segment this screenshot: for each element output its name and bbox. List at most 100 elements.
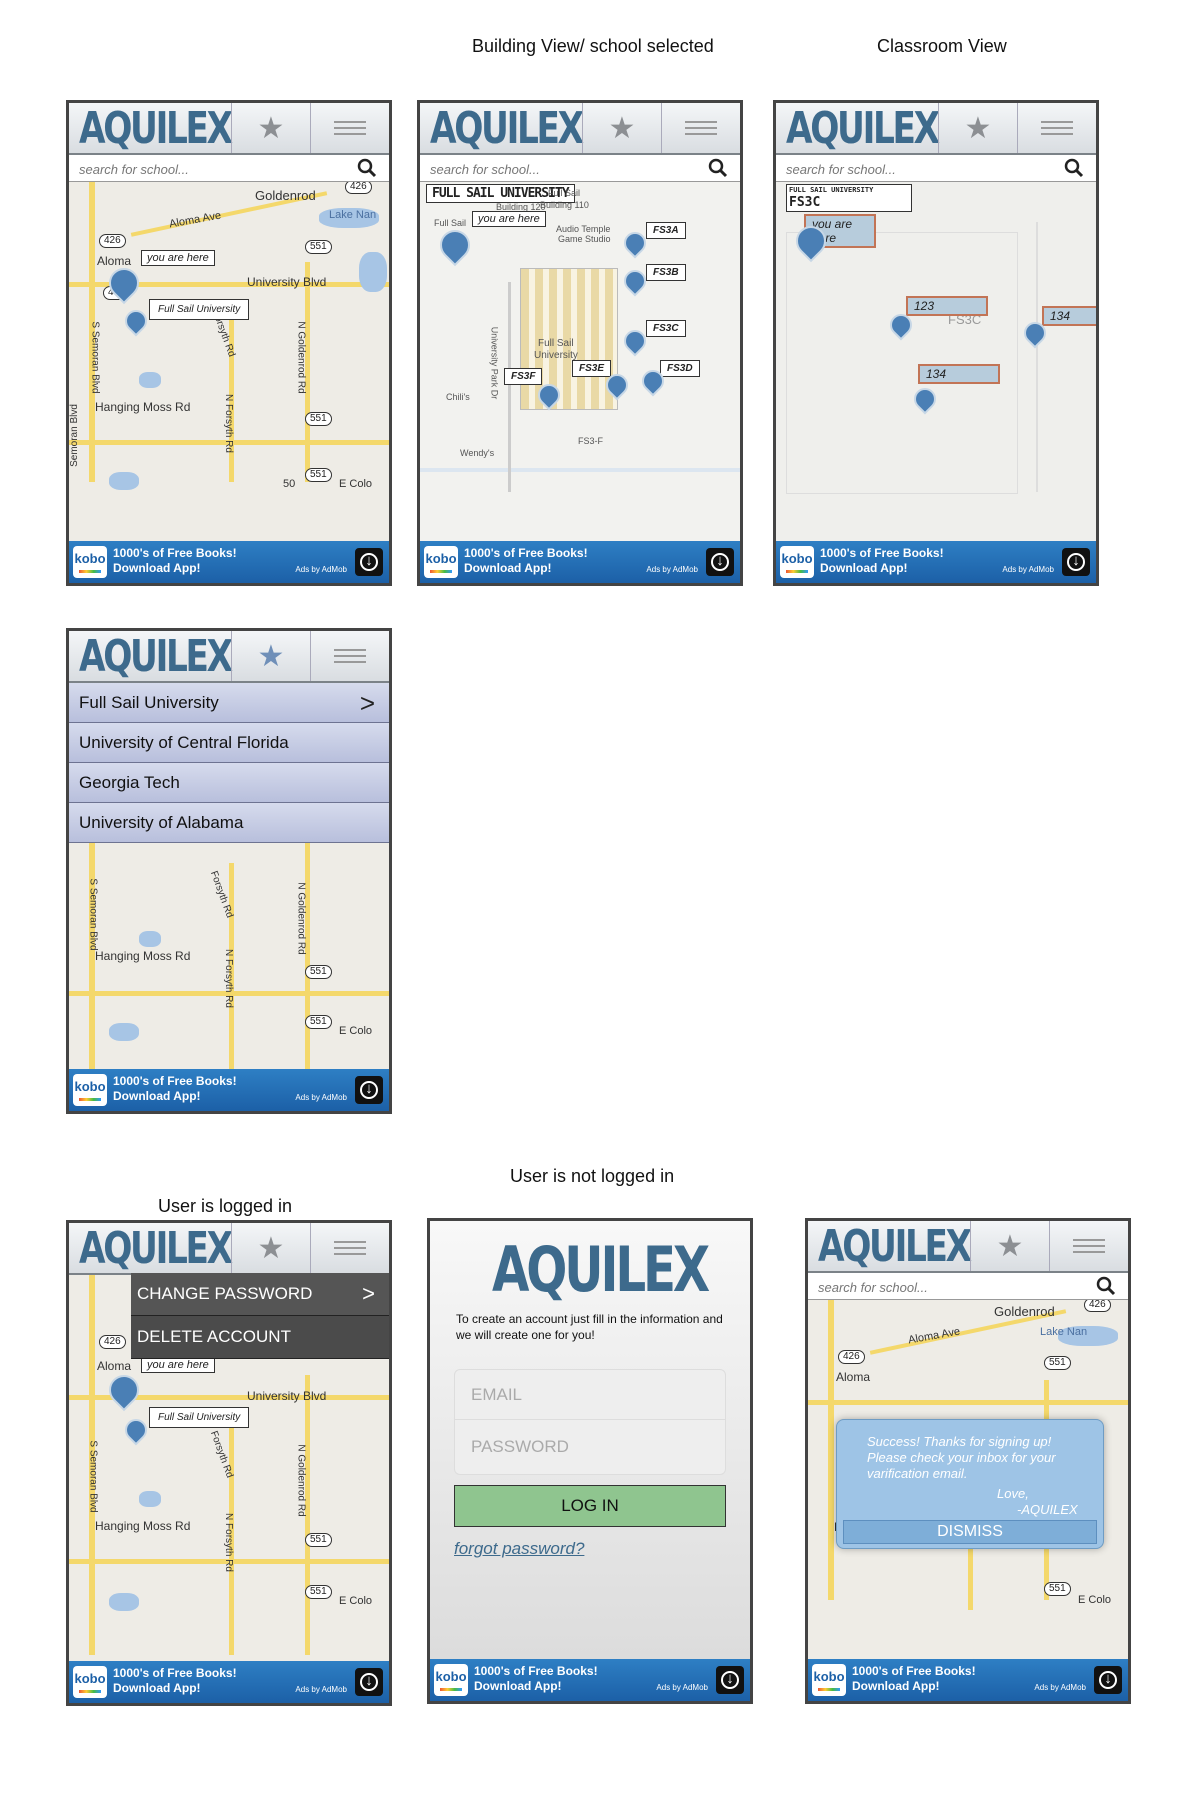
download-icon[interactable]	[355, 1668, 383, 1696]
ad-banner[interactable]: kobo 1000's of Free Books! Download App!…	[430, 1659, 750, 1701]
shield-551-c: 551	[305, 1585, 332, 1599]
tag-fs3c[interactable]: FS3C	[646, 320, 686, 337]
label-17: FS3-F	[578, 436, 604, 446]
download-icon[interactable]	[355, 548, 383, 576]
search-icon[interactable]	[1096, 1276, 1116, 1296]
map-label-goldenrod: Goldenrod	[255, 188, 316, 203]
current-location-pin	[102, 1368, 146, 1412]
ad-line-2: Download App!	[820, 561, 908, 575]
search-input[interactable]	[428, 158, 682, 180]
login-button[interactable]: LOG IN	[454, 1485, 726, 1527]
ad-banner[interactable]: kobo 1000's of Free Books! Download App!…	[69, 1069, 389, 1111]
menu-button[interactable]	[310, 631, 389, 681]
search-input[interactable]	[77, 158, 331, 180]
menu-button[interactable]	[661, 103, 740, 153]
menu-button[interactable]	[1049, 1221, 1128, 1271]
download-icon[interactable]	[706, 548, 734, 576]
favorites-button[interactable]: ★	[582, 103, 662, 153]
room-134-b[interactable]: 134	[918, 364, 1000, 384]
floor-plan[interactable]: FULL SAIL UNIVERSITY FS3C you are here F…	[776, 182, 1096, 541]
favorites-button[interactable]: ★	[970, 1221, 1050, 1271]
search-input[interactable]	[784, 158, 1038, 180]
search-icon[interactable]	[708, 158, 728, 178]
tag-fs3a[interactable]: FS3A	[646, 222, 686, 239]
tag-fs3e[interactable]: FS3E	[572, 360, 612, 377]
ad-line-2: Download App!	[852, 1679, 940, 1693]
school-tag[interactable]: Full Sail University	[149, 1407, 250, 1428]
favorites-button[interactable]: ★	[231, 1223, 311, 1273]
map-label-aloma-ave: Aloma Ave	[907, 1325, 962, 1347]
ad-by: Ads by AdMob	[295, 565, 347, 574]
map-label-lake-nan: Lake Nan	[1040, 1326, 1088, 1338]
search-icon[interactable]	[1064, 158, 1084, 178]
password-field[interactable]	[455, 1422, 725, 1472]
map-label-e-colo: E Colo	[339, 1595, 373, 1607]
download-icon[interactable]	[1062, 548, 1090, 576]
menu-button[interactable]	[310, 1223, 389, 1273]
phone-school-list: AQUILEX ★ Hanging Moss Rd S Semoran Blvd…	[66, 628, 392, 1114]
you-are-here-tag: you are here	[141, 250, 215, 266]
ad-line-1: 1000's of Free Books!	[113, 1666, 237, 1680]
school-pin[interactable]	[120, 305, 152, 337]
app-logo: AQUILEX	[79, 1223, 233, 1274]
map-label-n-goldenrod: N Goldenrod Rd	[295, 321, 307, 394]
phone-building-view: AQUILEX ★ FULL SAIL UNIVERSITY Full Sail…	[417, 100, 743, 586]
delete-account-label: DELETE ACCOUNT	[137, 1327, 291, 1346]
app-logo: AQUILEX	[79, 631, 233, 682]
school-item-full-sail[interactable]: Full Sail University >	[69, 683, 389, 723]
star-icon: ★	[257, 639, 285, 673]
map[interactable]: Goldenrod Aloma Ave Lake Nan Aloma Unive…	[69, 182, 389, 541]
ad-banner[interactable]: kobo 1000's of Free Books! Download App!…	[776, 541, 1096, 583]
school-item-georgia-tech[interactable]: Georgia Tech	[69, 763, 389, 803]
top-bar: AQUILEX ★	[776, 103, 1096, 155]
change-password-item[interactable]: CHANGE PASSWORD >	[131, 1273, 389, 1316]
app-logo: AQUILEX	[79, 103, 233, 154]
school-tag[interactable]: Full Sail University	[149, 299, 250, 320]
hamburger-icon	[1072, 1239, 1105, 1253]
map-label-e-colo: E Colo	[339, 478, 373, 490]
current-location-pin	[433, 223, 477, 267]
school-item-alabama[interactable]: University of Alabama	[69, 803, 389, 843]
dismiss-button[interactable]: DISMISS	[843, 1520, 1097, 1544]
school-item-ucf[interactable]: University of Central Florida	[69, 723, 389, 763]
tag-fs3f[interactable]: FS3F	[504, 368, 543, 385]
search-input[interactable]	[816, 1276, 1070, 1298]
menu-button[interactable]	[310, 103, 389, 153]
ad-banner[interactable]: kobo 1000's of Free Books! Download App!…	[69, 1661, 389, 1703]
favorites-button[interactable]: ★	[231, 631, 311, 681]
room-123[interactable]: 123	[906, 296, 988, 316]
room-134-a[interactable]: 134	[1042, 306, 1096, 326]
ad-banner[interactable]: kobo 1000's of Free Books! Download App!…	[69, 541, 389, 583]
download-icon[interactable]	[355, 1076, 383, 1104]
map-label-n-forsyth: N Forsyth Rd	[222, 949, 234, 1008]
map-label-semoran: S Semoran Blvd	[87, 1440, 99, 1513]
school-pin[interactable]	[120, 1414, 152, 1446]
label-0: Full Sail	[548, 188, 581, 198]
search-bar	[776, 155, 1096, 182]
ad-by: Ads by AdMob	[646, 565, 698, 574]
favorites-button[interactable]: ★	[938, 103, 1018, 153]
ad-line-1: 1000's of Free Books!	[474, 1664, 598, 1678]
favorites-button[interactable]: ★	[231, 103, 311, 153]
star-icon: ★	[996, 1229, 1024, 1263]
kobo-logo: kobo	[73, 546, 107, 578]
menu-button[interactable]	[1017, 103, 1096, 153]
email-field[interactable]	[455, 1370, 725, 1420]
map-label-e-colo: E Colo	[339, 1025, 373, 1037]
school-name: University of Alabama	[79, 813, 244, 832]
search-icon[interactable]	[357, 158, 377, 178]
download-icon[interactable]	[716, 1666, 744, 1694]
ad-banner[interactable]: kobo 1000's of Free Books! Download App!…	[808, 1659, 1128, 1701]
map-label-n-goldenrod: N Goldenrod Rd	[295, 882, 307, 955]
ad-line-2: Download App!	[113, 1681, 201, 1695]
ad-banner[interactable]: kobo 1000's of Free Books! Download App!…	[420, 541, 740, 583]
kobo-logo: kobo	[812, 1664, 846, 1696]
chevron-right-icon: >	[359, 688, 375, 718]
ad-line-1: 1000's of Free Books!	[852, 1664, 976, 1678]
tag-fs3d[interactable]: FS3D	[660, 360, 700, 377]
delete-account-item[interactable]: DELETE ACCOUNT	[131, 1316, 389, 1359]
download-icon[interactable]	[1094, 1666, 1122, 1694]
tag-fs3b[interactable]: FS3B	[646, 264, 686, 281]
forgot-password-link[interactable]: forgot password?	[454, 1539, 584, 1559]
campus-map[interactable]: FULL SAIL UNIVERSITY Full Sail Building …	[420, 182, 740, 541]
